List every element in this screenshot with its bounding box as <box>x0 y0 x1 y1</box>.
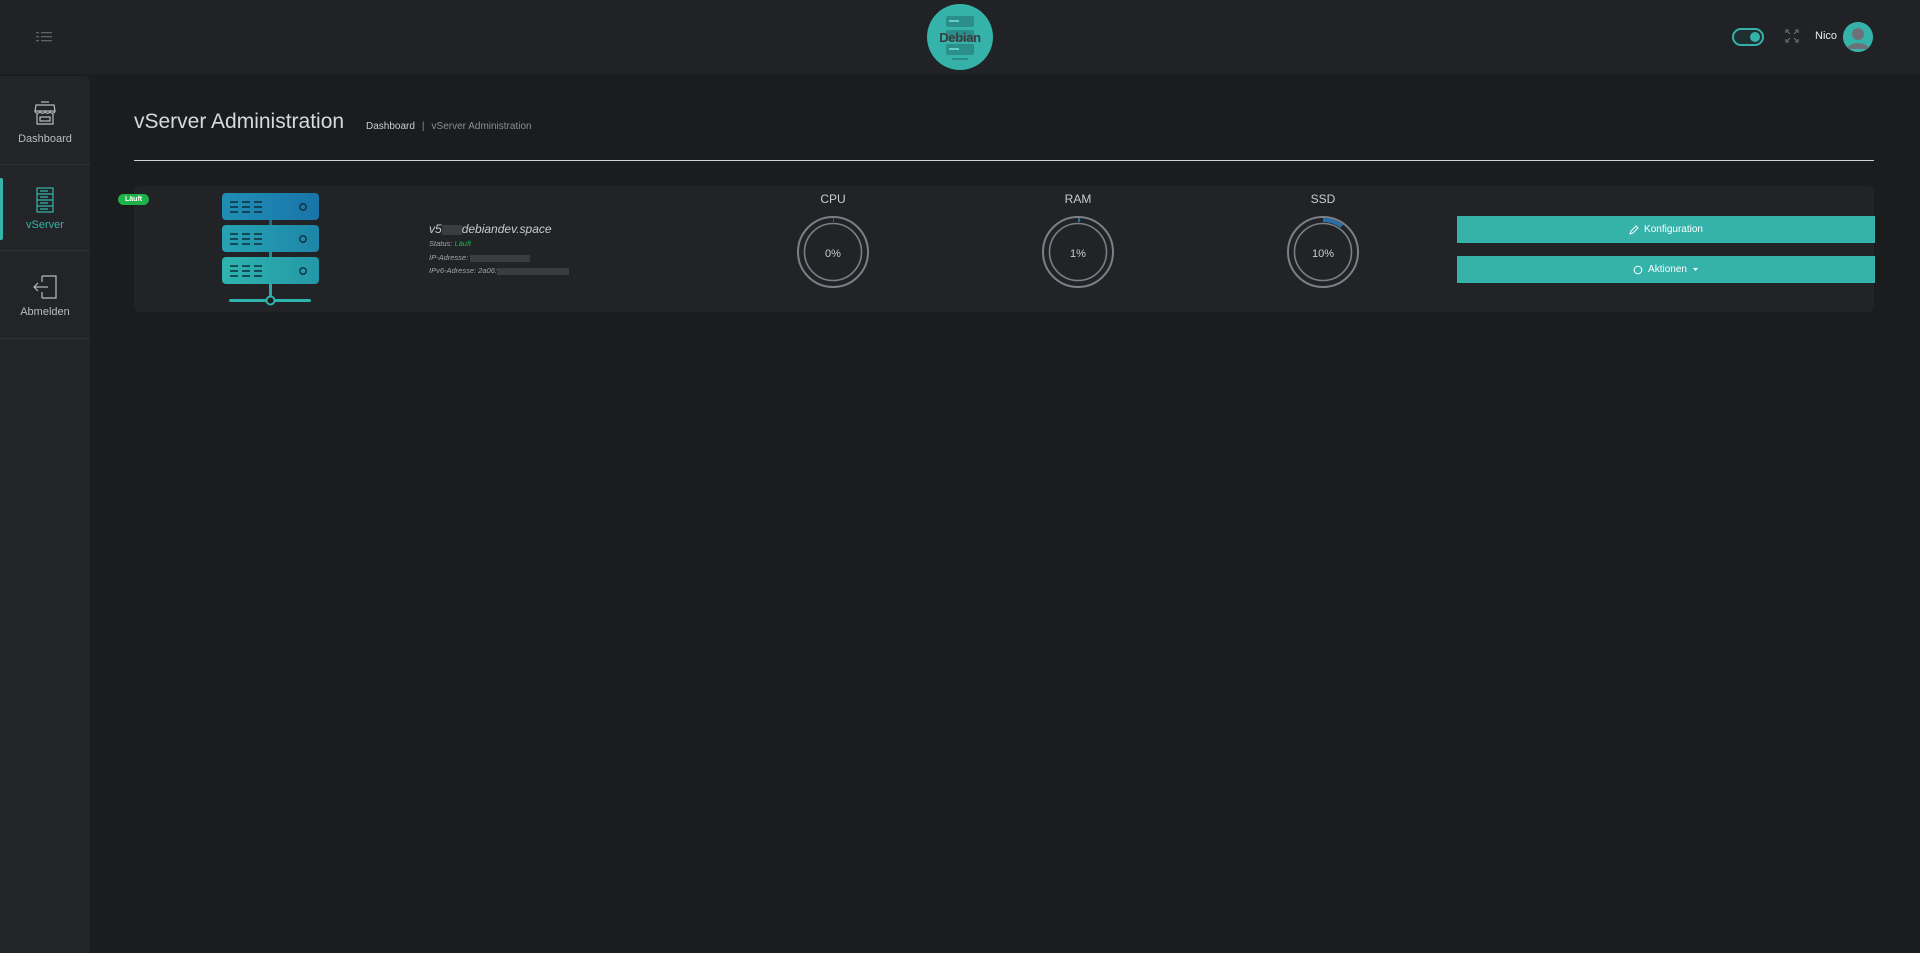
gauge-title: RAM <box>1064 192 1092 206</box>
server-ip-line: IP-Adresse: <box>429 253 531 262</box>
server-hostname[interactable]: v5 debiandev.space <box>429 222 552 236</box>
server-status-value: Läuft <box>454 239 472 248</box>
gauge-value: 0% <box>825 248 841 260</box>
page-title: vServer Administration <box>134 110 345 133</box>
status-badge: Läuft <box>118 194 150 205</box>
breadcrumb-separator: | <box>421 121 425 132</box>
menu-toggle-icon[interactable] <box>36 30 54 44</box>
sidebar-item-vserver[interactable]: vServer <box>0 166 90 252</box>
pencil-icon <box>1629 224 1639 235</box>
sidebar-divider <box>0 250 90 251</box>
sidebar-item-dashboard[interactable]: Dashboard <box>0 80 90 166</box>
caret-down-icon <box>1692 268 1698 271</box>
gauge-title: CPU <box>820 192 846 206</box>
breadcrumb: Dashboard | vServer Administration <box>366 121 532 132</box>
gauge-ram: RAM 1% <box>1038 192 1118 290</box>
app-logo[interactable]: Debian <box>927 4 993 70</box>
sidebar-divider <box>0 164 90 165</box>
redacted-block <box>496 267 569 275</box>
fullscreen-icon[interactable] <box>1785 29 1799 43</box>
logo-text: Debian <box>939 29 981 45</box>
server-card <box>134 186 1874 312</box>
server-illustration-icon <box>222 192 320 306</box>
gauge-value: 1% <box>1070 248 1086 260</box>
redacted-block <box>441 224 462 235</box>
username[interactable]: Nico <box>1815 30 1837 42</box>
aktionen-dropdown-button[interactable]: Aktionen <box>1457 256 1875 283</box>
sidebar-item-abmelden[interactable]: Abmelden <box>0 253 90 339</box>
server-ipv6-line: IPv6-Adresse: 2a06: <box>429 266 569 275</box>
sidebar-item-label: Abmelden <box>20 306 70 318</box>
logout-icon <box>33 275 57 299</box>
gauge-value: 10% <box>1311 248 1335 260</box>
breadcrumb-dashboard-link[interactable]: Dashboard <box>366 121 415 132</box>
user-avatar-icon[interactable] <box>1843 22 1873 52</box>
circle-icon <box>1633 265 1643 274</box>
gauge-ssd: SSD 10% <box>1283 192 1363 290</box>
sidebar-item-label: Dashboard <box>18 133 72 145</box>
theme-toggle[interactable] <box>1732 28 1764 46</box>
sidebar-item-label: vServer <box>26 219 64 231</box>
redacted-block <box>470 254 531 262</box>
breadcrumb-current: vServer Administration <box>431 121 532 132</box>
server-status-line: Status: Läuft <box>429 239 472 248</box>
konfiguration-button[interactable]: Konfiguration <box>1457 216 1875 243</box>
top-bar: Debian Nico <box>0 0 1920 74</box>
server-icon <box>36 187 54 213</box>
sidebar: Dashboard vServer Abmelden <box>0 76 90 953</box>
shop-icon <box>34 101 56 125</box>
toggle-knob <box>1750 32 1760 42</box>
title-divider <box>134 160 1874 161</box>
sidebar-divider <box>0 338 90 339</box>
gauge-cpu: CPU 0% <box>793 192 873 290</box>
gauge-title: SSD <box>1310 192 1336 206</box>
